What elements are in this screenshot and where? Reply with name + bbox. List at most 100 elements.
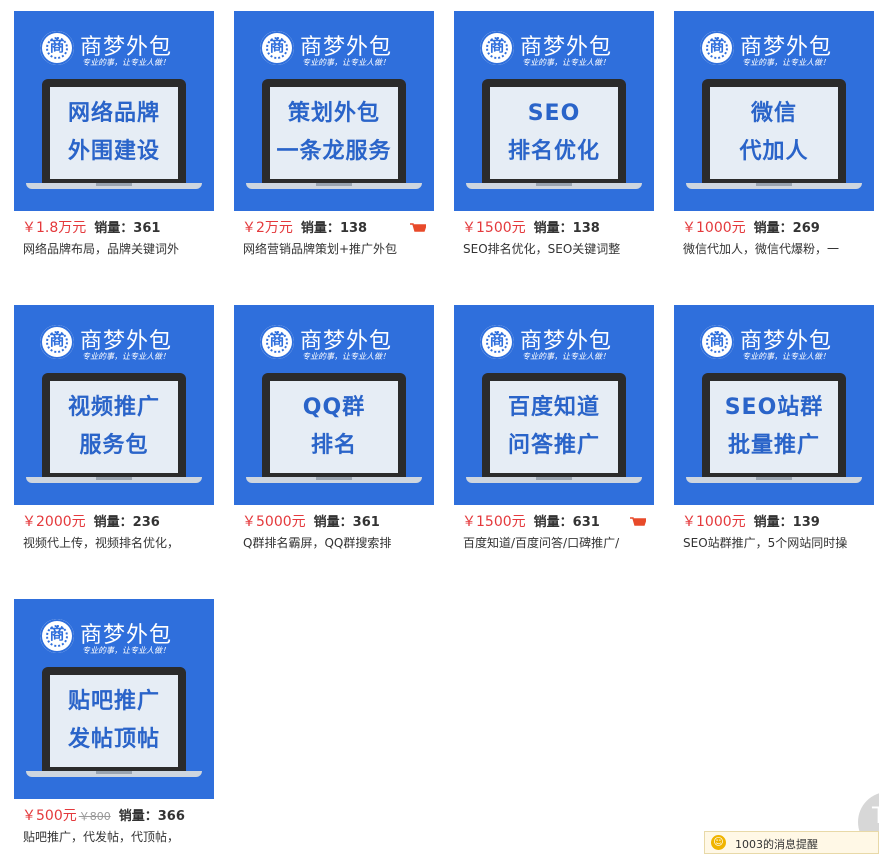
brand-slogan: 专业的事，让专业人做！	[302, 352, 390, 361]
brand-slogan: 专业的事，让专业人做！	[82, 352, 170, 361]
currency-symbol: ￥	[242, 220, 256, 236]
sales-label: 销量：	[94, 221, 134, 236]
price-line: ￥1500元 销量：631	[462, 511, 600, 530]
laptop-base	[686, 183, 862, 189]
product-description[interactable]: 视频代上传，视频排名优化，	[23, 534, 213, 551]
laptop-base	[686, 477, 862, 483]
product-description[interactable]: 网络品牌布局，品牌关键词外	[23, 240, 213, 257]
brand-slogan: 专业的事，让专业人做！	[742, 352, 830, 361]
message-notification[interactable]: ☺ 1003的消息提醒	[704, 831, 879, 854]
sales-count: 138	[572, 221, 600, 236]
product-card[interactable]: 商 商梦外包 专业的事，让专业人做！ SEO 排名优化 ￥1500元 销量：138…	[454, 11, 654, 261]
product-title-line2: 问答推广	[507, 433, 600, 458]
sales-label: 销量：	[300, 221, 340, 236]
product-image[interactable]: 商 商梦外包 专业的事，让专业人做！ SEO 排名优化	[454, 11, 654, 211]
sales-count: 236	[132, 515, 160, 530]
product-description[interactable]: 贴吧推广，代发帖，代顶帖，	[23, 828, 213, 845]
price-value: 2万元	[256, 220, 293, 236]
laptop-screen: 百度知道 问答推广	[490, 381, 618, 473]
currency-symbol: ￥	[22, 514, 36, 530]
product-title-line1: QQ群	[302, 395, 366, 420]
laptop-base	[246, 477, 422, 483]
laptop-screen: 网络品牌 外围建设	[50, 87, 178, 179]
seal-char: 商	[49, 37, 65, 55]
brand-slogan: 专业的事，让专业人做！	[302, 58, 390, 67]
sales-count: 138	[339, 221, 368, 236]
product-image[interactable]: 商 商梦外包 专业的事，让专业人做！ SEO站群 批量推广	[674, 305, 874, 505]
laptop-base	[26, 771, 202, 777]
product-card[interactable]: 商 商梦外包 专业的事，让专业人做！ 百度知道 问答推广 ￥1500元 销量：63…	[454, 305, 654, 555]
price-value: 5000元	[256, 514, 306, 530]
price-value: 2000元	[36, 514, 86, 530]
price: ￥1500元	[462, 514, 526, 530]
product-description[interactable]: Q群排名霸屏，QQ群搜索排	[243, 534, 433, 551]
laptop-base	[246, 183, 422, 189]
product-description[interactable]: 微信代加人，微信代爆粉，一	[683, 240, 873, 257]
product-card[interactable]: 商 商梦外包 专业的事，让专业人做！ SEO站群 批量推广 ￥1000元 销量：1…	[674, 305, 874, 555]
seal-char: 商	[269, 37, 285, 55]
product-image[interactable]: 商 商梦外包 专业的事，让专业人做！ 视频推广 服务包	[14, 305, 214, 505]
product-image[interactable]: 商 商梦外包 专业的事，让专业人做！ 策划外包 一条龙服务	[234, 11, 434, 211]
price-line: ￥1.8万元 销量：361	[22, 217, 160, 236]
laptop-base	[466, 477, 642, 483]
laptop-base	[466, 183, 642, 189]
product-card[interactable]: 商 商梦外包 专业的事，让专业人做！ 微信 代加人 ￥1000元 销量：269 微…	[674, 11, 874, 261]
product-title-line2: 一条龙服务	[276, 139, 392, 164]
brand-slogan: 专业的事，让专业人做！	[522, 352, 610, 361]
product-image[interactable]: 商 商梦外包 专业的事，让专业人做！ 百度知道 问答推广	[454, 305, 654, 505]
cart-icon[interactable]	[410, 223, 426, 232]
currency-symbol: ￥	[462, 514, 476, 530]
price-line: ￥1000元 销量：139	[682, 511, 820, 530]
product-card[interactable]: 商 商梦外包 专业的事，让专业人做！ 网络品牌 外围建设 ￥1.8万元 销量：36…	[14, 11, 214, 261]
price-value: 1.8万元	[36, 220, 87, 236]
sales-label: 销量：	[753, 221, 793, 236]
sales-count: 361	[352, 515, 380, 530]
seal-char: 商	[49, 625, 65, 643]
laptop-screen: 贴吧推广 发帖顶帖	[50, 675, 178, 767]
price-value: 1000元	[696, 514, 746, 530]
sales-label: 销量：	[533, 221, 573, 236]
brand-logo: 商 商梦外包 专业的事，让专业人做！	[700, 323, 860, 363]
price: ￥1.8万元	[22, 220, 86, 236]
product-title-line1: 微信	[750, 101, 797, 126]
product-card[interactable]: 商 商梦外包 专业的事，让专业人做！ 视频推广 服务包 ￥2000元 销量：236…	[14, 305, 214, 555]
product-card[interactable]: 商 商梦外包 专业的事，让专业人做！ QQ群 排名 ￥5000元 销量：361 Q…	[234, 305, 434, 555]
product-image[interactable]: 商 商梦外包 专业的事，让专业人做！ 网络品牌 外围建设	[14, 11, 214, 211]
laptop-base	[26, 183, 202, 189]
laptop-screen: 微信 代加人	[710, 87, 838, 179]
product-image[interactable]: 商 商梦外包 专业的事，让专业人做！ 微信 代加人	[674, 11, 874, 211]
price: ￥1000元	[682, 514, 746, 530]
currency-symbol: ￥	[682, 220, 696, 236]
product-description[interactable]: 百度知道/百度问答/口碑推广/	[463, 534, 653, 551]
price-line: ￥1500元 销量：138	[462, 217, 600, 236]
price: ￥1000元	[682, 220, 746, 236]
product-description[interactable]: 网络营销品牌策划+推广外包	[243, 240, 433, 257]
currency-symbol: ￥	[22, 220, 36, 236]
brand-logo: 商 商梦外包 专业的事，让专业人做！	[480, 323, 640, 363]
brand-logo: 商 商梦外包 专业的事，让专业人做！	[40, 617, 200, 657]
product-title-line1: 视频推广	[67, 395, 160, 420]
product-card[interactable]: 商 商梦外包 专业的事，让专业人做！ 策划外包 一条龙服务 ￥2万元 销量：138…	[234, 11, 434, 261]
laptop-base	[26, 477, 202, 483]
laptop-screen: QQ群 排名	[270, 381, 398, 473]
seal-char: 商	[709, 37, 725, 55]
sales-count: 269	[792, 221, 820, 236]
price-line: ￥1000元 销量：269	[682, 217, 820, 236]
price-line: ￥5000元 销量：361	[242, 511, 380, 530]
laptop-icon: 百度知道 问答推广	[482, 373, 626, 477]
currency-symbol: ￥	[462, 220, 476, 236]
sales-label: 销量：	[533, 515, 573, 530]
currency-symbol: ￥	[682, 514, 696, 530]
cart-icon[interactable]	[630, 517, 646, 526]
sales-label: 销量：	[313, 515, 353, 530]
smiley-icon: ☺	[711, 835, 726, 850]
product-description[interactable]: SEO排名优化，SEO关键词整	[463, 240, 653, 257]
product-image[interactable]: 商 商梦外包 专业的事，让专业人做！ 贴吧推广 发帖顶帖	[14, 599, 214, 799]
product-description[interactable]: SEO站群推广，5个网站同时操	[683, 534, 873, 551]
product-card[interactable]: 商 商梦外包 专业的事，让专业人做！ 贴吧推广 发帖顶帖 ￥500元 ￥800 销量…	[14, 599, 214, 849]
back-to-top-label: T	[872, 804, 879, 829]
product-image[interactable]: 商 商梦外包 专业的事，让专业人做！ QQ群 排名	[234, 305, 434, 505]
product-title-line1: 百度知道	[507, 395, 600, 420]
price-value: 1500元	[476, 220, 526, 236]
laptop-icon: 网络品牌 外围建设	[42, 79, 186, 183]
